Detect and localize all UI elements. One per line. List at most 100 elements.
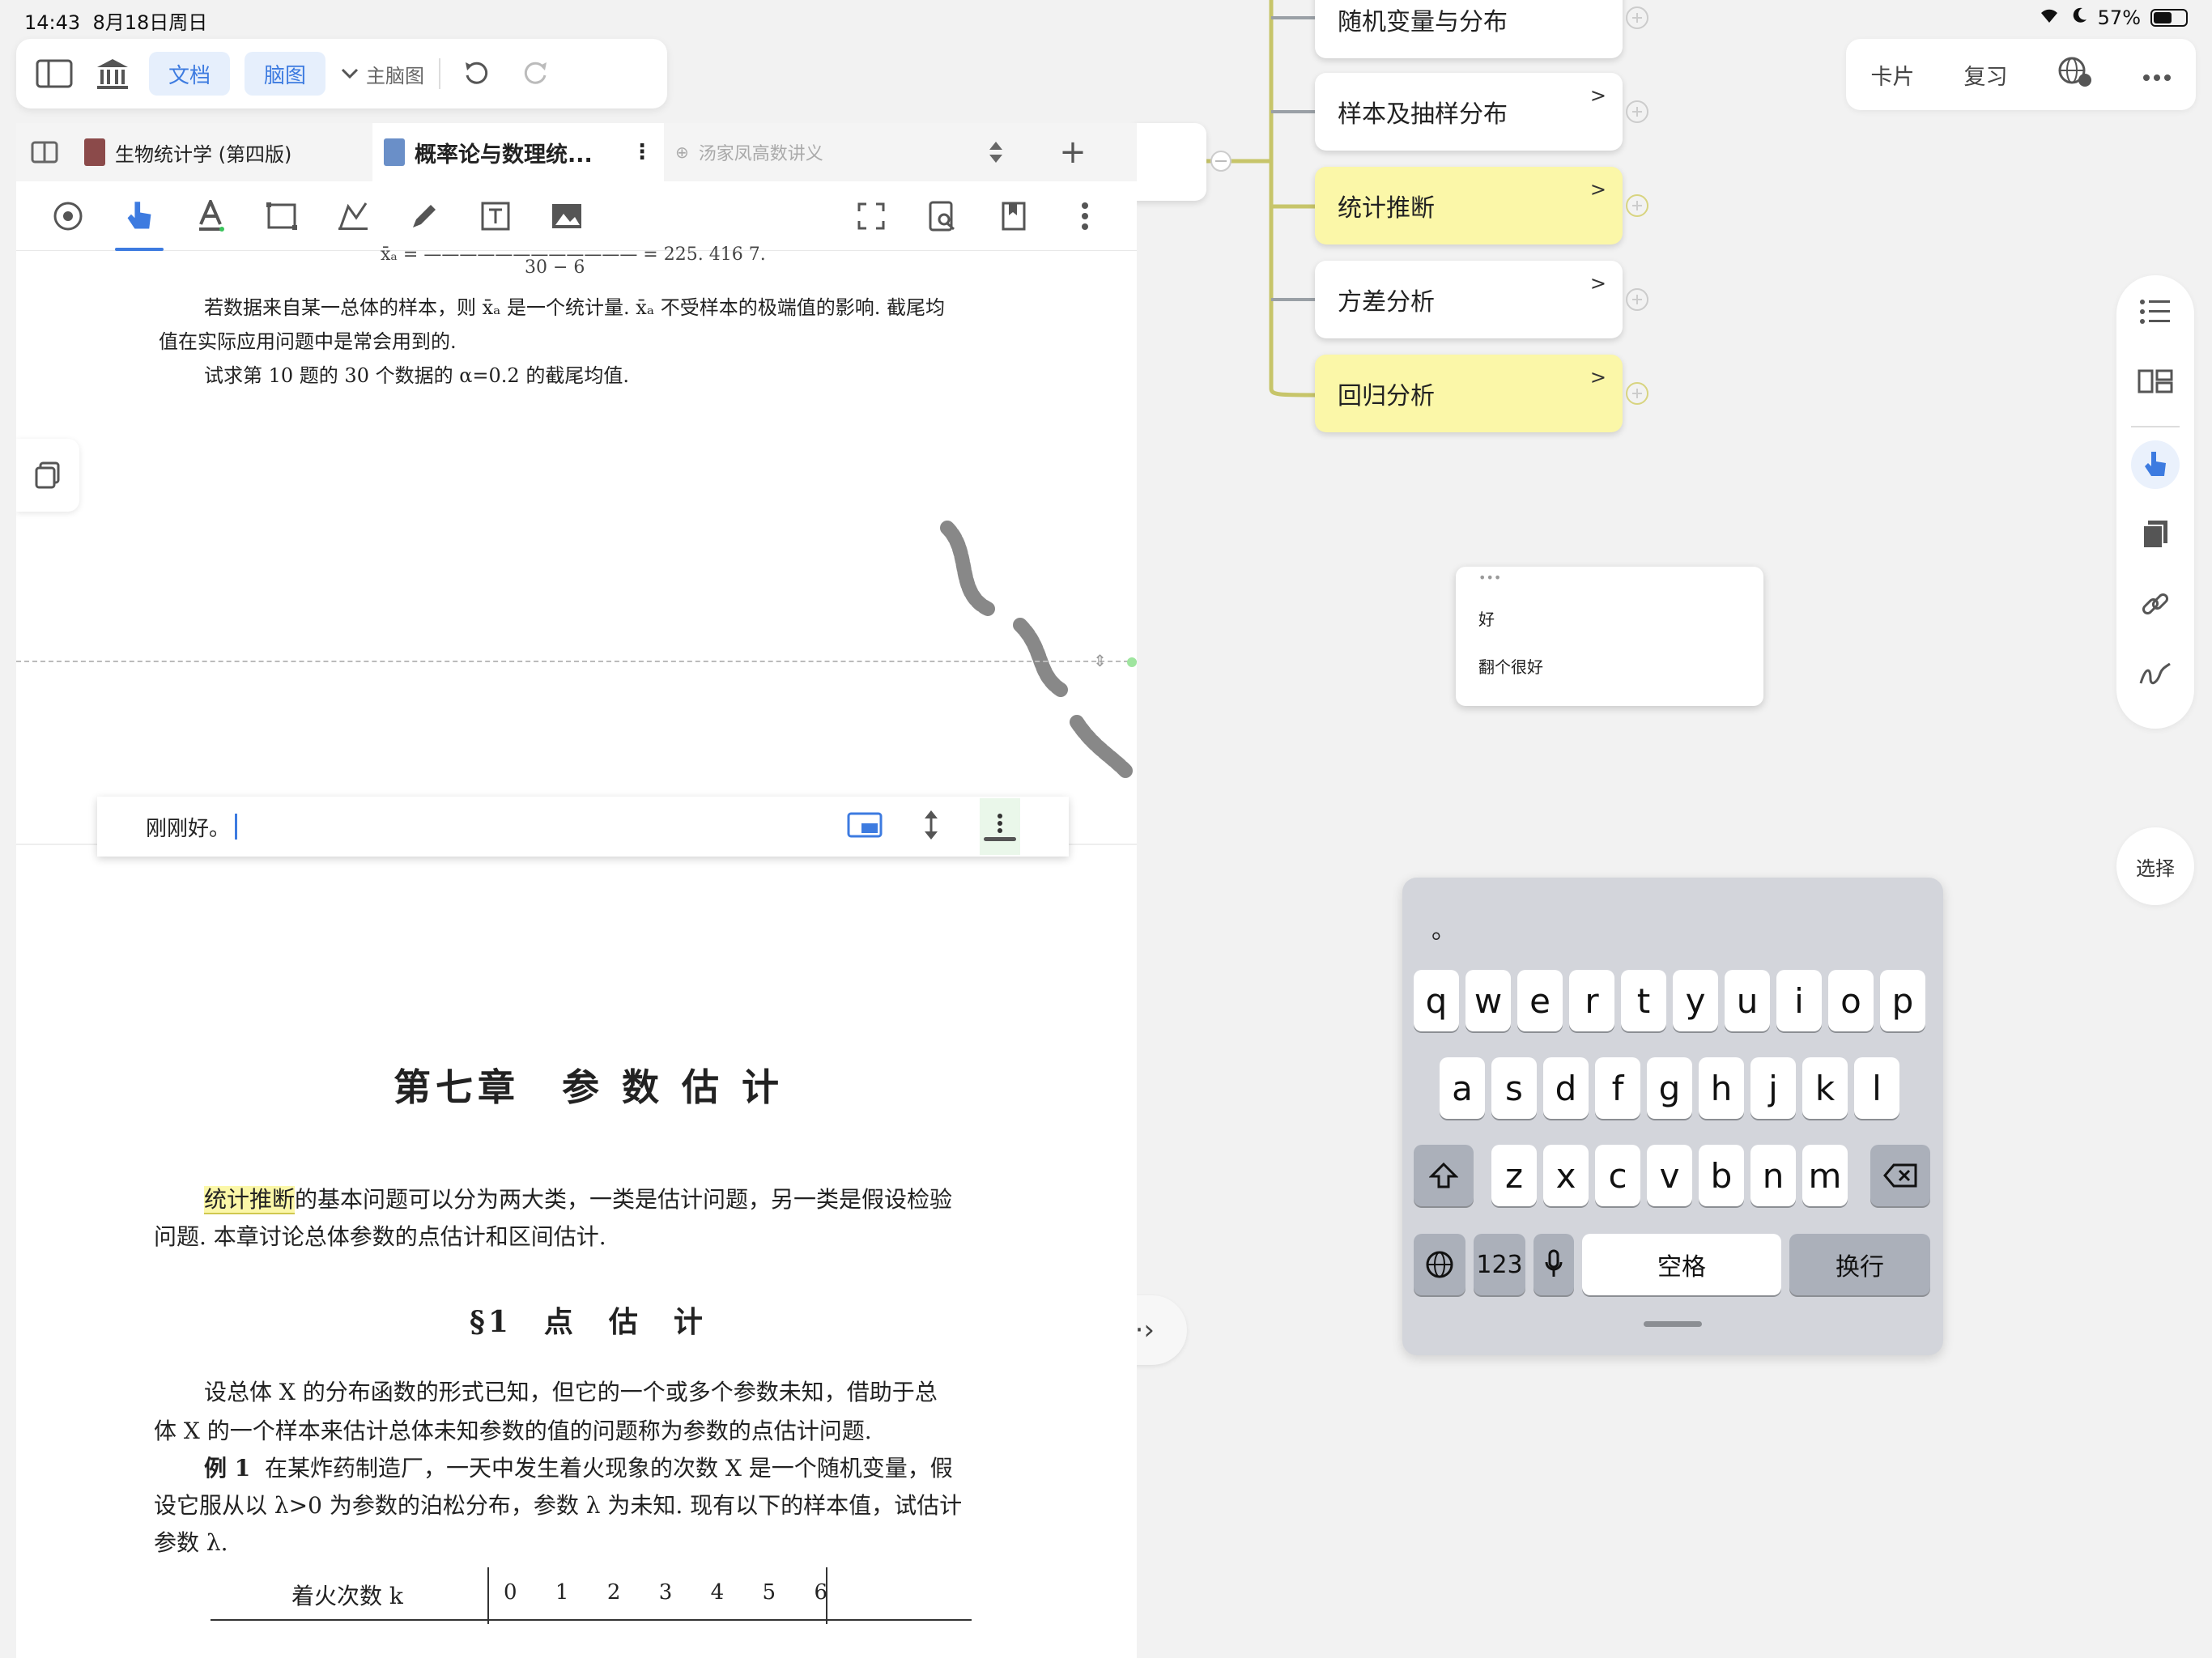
split-tabs-icon[interactable] — [16, 123, 73, 181]
more-vertical-icon[interactable] — [1049, 181, 1121, 251]
doc-mode-button[interactable]: 文档 — [149, 52, 231, 96]
key-q[interactable]: q — [1414, 970, 1459, 1031]
key-a[interactable]: a — [1440, 1057, 1485, 1119]
comment-menu-icon[interactable]: ••• — [1478, 570, 1741, 585]
mindmap-node-random-variables[interactable]: 随机变量与分布 — [1315, 0, 1623, 58]
expand-plus-icon[interactable] — [1626, 6, 1648, 29]
tab-calculus[interactable]: ⊕ 汤家凤高数讲义 — [664, 123, 955, 181]
image-icon[interactable] — [531, 181, 602, 251]
outline-list-icon[interactable] — [2131, 287, 2180, 336]
microphone-key-icon[interactable] — [1534, 1234, 1574, 1295]
clipboard-float-button[interactable] — [16, 439, 79, 512]
chevron-right-icon[interactable]: > — [1590, 272, 1606, 295]
rectangle-select-icon[interactable] — [246, 181, 317, 251]
key-t[interactable]: t — [1621, 970, 1666, 1031]
resize-vertical-icon[interactable] — [923, 809, 939, 844]
key-r[interactable]: r — [1569, 970, 1614, 1031]
hand-tool-icon[interactable] — [104, 181, 175, 251]
mindmap-root-node-edge[interactable] — [1134, 123, 1206, 201]
fit-width-icon[interactable] — [847, 812, 883, 841]
key-g[interactable]: g — [1647, 1057, 1692, 1119]
mindmap-node-anova[interactable]: 方差分析 > — [1315, 261, 1623, 338]
numbers-key[interactable]: 123 — [1474, 1234, 1525, 1295]
note-more-icon[interactable] — [980, 798, 1020, 855]
expand-plus-icon[interactable] — [1626, 100, 1648, 123]
bookmark-icon[interactable] — [978, 181, 1049, 251]
comment-card[interactable]: ••• 好 翻个很好 — [1456, 567, 1763, 706]
space-key[interactable]: 空格 — [1582, 1234, 1781, 1295]
pen-icon[interactable] — [389, 181, 460, 251]
key-b[interactable]: b — [1699, 1145, 1744, 1206]
shape-icon[interactable] — [317, 181, 389, 251]
mindmap-node-regression[interactable]: 回归分析 > — [1315, 355, 1623, 432]
copy-pages-icon[interactable] — [2131, 510, 2180, 559]
key-z[interactable]: z — [1491, 1145, 1537, 1206]
key-p[interactable]: p — [1880, 970, 1925, 1031]
keyboard-grabber[interactable] — [1644, 1321, 1702, 1327]
rotate-settings-icon[interactable] — [32, 181, 104, 251]
hand-pointer-icon[interactable] — [2131, 440, 2180, 489]
mindmap-node-sampling[interactable]: 样本及抽样分布 > — [1315, 73, 1623, 151]
main-mindmap-dropdown[interactable]: 主脑图 — [340, 60, 424, 88]
note-input[interactable]: 刚刚好。 — [146, 812, 230, 842]
globe-key-icon[interactable] — [1414, 1234, 1465, 1295]
search-document-icon[interactable] — [907, 181, 978, 251]
key-i[interactable]: i — [1776, 970, 1822, 1031]
key-o[interactable]: o — [1828, 970, 1874, 1031]
key-x[interactable]: x — [1543, 1145, 1589, 1206]
key-y[interactable]: y — [1673, 970, 1718, 1031]
tab-more-icon[interactable]: ⋮ — [632, 140, 653, 164]
more-icon[interactable] — [2142, 62, 2172, 87]
chevron-right-icon[interactable]: > — [1590, 178, 1606, 201]
key-n[interactable]: n — [1750, 1145, 1796, 1206]
key-c[interactable]: c — [1595, 1145, 1640, 1206]
handwriting-icon[interactable] — [2131, 649, 2180, 698]
note-editor[interactable]: 刚刚好。 — [97, 797, 1069, 857]
add-tab-icon[interactable]: + — [1036, 123, 1109, 181]
tab-sort-icon[interactable] — [955, 123, 1036, 181]
tab-biostat[interactable]: 生物统计学 (第四版) — [73, 123, 372, 181]
undo-icon[interactable] — [455, 52, 499, 96]
key-d[interactable]: d — [1543, 1057, 1589, 1119]
key-h[interactable]: h — [1699, 1057, 1744, 1119]
key-f[interactable]: f — [1595, 1057, 1640, 1119]
key-s[interactable]: s — [1491, 1057, 1537, 1119]
text-box-icon[interactable] — [460, 181, 531, 251]
link-icon[interactable] — [2131, 580, 2180, 628]
fullscreen-icon[interactable] — [836, 181, 907, 251]
table-cell: 2 — [606, 1580, 621, 1605]
key-u[interactable]: u — [1725, 970, 1770, 1031]
text-highlight-icon[interactable] — [175, 181, 246, 251]
chevron-right-icon[interactable]: > — [1590, 84, 1606, 107]
key-w[interactable]: w — [1465, 970, 1511, 1031]
return-key[interactable]: 换行 — [1789, 1234, 1930, 1295]
key-v[interactable]: v — [1647, 1145, 1692, 1206]
layout-icon[interactable] — [2131, 357, 2180, 406]
highlighted-term[interactable]: 统计推断 — [204, 1186, 296, 1214]
tab-probability[interactable]: 概率论与数理统... ⋮ — [372, 123, 664, 181]
key-m[interactable]: m — [1802, 1145, 1848, 1206]
web-search-icon[interactable] — [2057, 56, 2093, 94]
redo-icon[interactable] — [513, 52, 557, 96]
key-j[interactable]: j — [1750, 1057, 1796, 1119]
mindmap-mode-button[interactable]: 脑图 — [245, 52, 326, 96]
mindmap-node-inference[interactable]: 统计推断 > — [1315, 167, 1623, 244]
resize-arrows-icon[interactable]: ⇕ — [1093, 651, 1107, 670]
keyboard-suggestion[interactable]: 。 — [1431, 910, 1456, 946]
key-l[interactable]: l — [1854, 1057, 1899, 1119]
library-icon[interactable] — [91, 52, 134, 96]
moon-icon — [2070, 6, 2088, 29]
select-button[interactable]: 选择 — [2116, 827, 2194, 905]
card-button[interactable]: 卡片 — [1871, 59, 1915, 91]
tab-label: 汤家凤高数讲义 — [698, 144, 823, 164]
expand-plus-icon[interactable] — [1626, 382, 1648, 405]
shift-key-icon[interactable] — [1414, 1145, 1474, 1206]
expand-plus-icon[interactable] — [1626, 194, 1648, 217]
sidebar-toggle-icon[interactable] — [32, 52, 76, 96]
review-button[interactable]: 复习 — [1964, 59, 2008, 91]
expand-plus-icon[interactable] — [1626, 288, 1648, 311]
chevron-right-icon[interactable]: > — [1590, 366, 1606, 389]
backspace-key-icon[interactable] — [1870, 1145, 1930, 1206]
key-e[interactable]: e — [1517, 970, 1563, 1031]
key-k[interactable]: k — [1802, 1057, 1848, 1119]
